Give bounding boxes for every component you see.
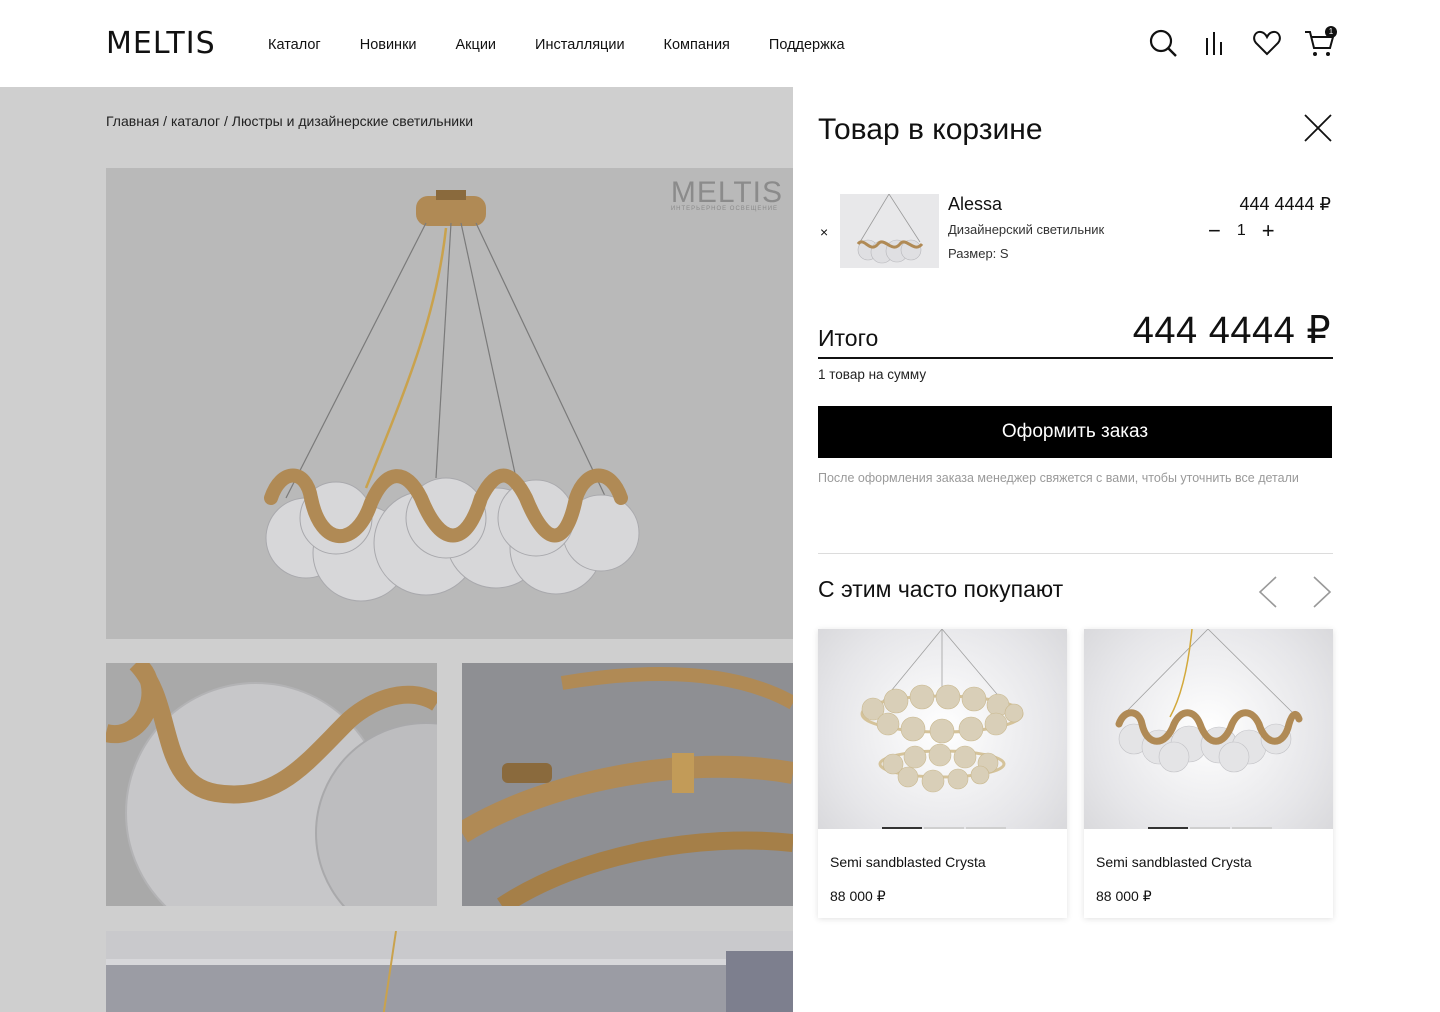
recommendation-card[interactable]: Semi sandblasted Crysta 88 000 ₽ [1084, 629, 1333, 918]
quantity-stepper: − 1 + [1208, 220, 1275, 242]
nav-item-company[interactable]: Компания [664, 37, 730, 53]
carousel-dot[interactable] [1148, 827, 1188, 829]
quantity-decrease-button[interactable]: − [1208, 220, 1221, 242]
cart-item: × Alessa Дизайнерский светильник Размер:… [818, 194, 1333, 270]
cart-item-size: Размер: S [948, 246, 1009, 261]
cart-icon[interactable]: 1 [1304, 26, 1337, 58]
cart-item-description: Дизайнерский светильник [948, 222, 1105, 237]
recommendation-card[interactable]: Semi sandblasted Crysta 88 000 ₽ [818, 629, 1067, 918]
carousel-dot[interactable] [924, 827, 964, 829]
cart-item-image[interactable] [840, 194, 939, 268]
thumb-interior-illustration [106, 931, 793, 1012]
total-label: Итого [818, 325, 879, 351]
watermark-subtitle: ИНТЕРЬЕРНОЕ ОСВЕЩЕНИЕ [670, 206, 779, 212]
carousel-dot[interactable] [882, 827, 922, 829]
checkout-button[interactable]: Оформить заказ [818, 406, 1332, 458]
watermark-logo: MELTIS ИНТЕРЬЕРНОЕ ОСВЕЩЕНИЕ [671, 176, 783, 212]
product-page-overlay[interactable]: Главная / каталог / Люстры и дизайнерски… [0, 87, 793, 1012]
carousel-dot[interactable] [966, 827, 1006, 829]
wave-chandelier [1115, 629, 1303, 773]
search-icon[interactable] [1148, 28, 1178, 58]
carousel-dots [1148, 827, 1272, 829]
nav-item-sales[interactable]: Акции [456, 37, 497, 53]
nav-item-catalog[interactable]: Каталог [268, 37, 321, 53]
cart-count-badge: 1 [1325, 26, 1337, 38]
recommendation-name[interactable]: Semi sandblasted Crysta [830, 854, 986, 870]
checkout-note: После оформления заказа менеджер свяжетс… [818, 471, 1299, 485]
main-nav: Каталог Новинки Акции Инсталляции Компан… [268, 37, 845, 53]
site-logo[interactable]: MELTIS [106, 26, 216, 61]
header-actions: 1 [1148, 26, 1337, 58]
nav-item-new[interactable]: Новинки [360, 37, 417, 53]
cart-item-chandelier [856, 194, 924, 264]
chevron-left-icon[interactable] [1256, 575, 1280, 609]
nav-item-support[interactable]: Поддержка [769, 37, 845, 53]
cart-drawer: Товар в корзине × Alessa Дизайнерский св… [793, 87, 1440, 1012]
recommendation-image[interactable] [818, 629, 1067, 829]
total-summary: 1 товар на сумму [818, 367, 927, 382]
thumb-detail-illustration [106, 663, 437, 906]
cart-item-name[interactable]: Alessa [948, 194, 1002, 215]
carousel-dots [882, 827, 1006, 829]
section-divider [818, 553, 1333, 554]
recommendations-title: С этим часто покупают [818, 576, 1064, 602]
product-thumb-2[interactable] [462, 663, 793, 906]
carousel-dot[interactable] [1232, 827, 1272, 829]
compare-icon[interactable] [1200, 28, 1230, 58]
cart-total-row: Итого 444 4444 ₽ [818, 310, 1333, 359]
recommendation-price: 88 000 ₽ [830, 888, 886, 904]
site-header: MELTIS Каталог Новинки Акции Инсталляции… [0, 0, 1440, 87]
two-tier-chandelier [860, 629, 1024, 793]
recommendation-image[interactable] [1084, 629, 1333, 829]
carousel-dot[interactable] [1190, 827, 1230, 829]
quantity-increase-button[interactable]: + [1262, 220, 1275, 242]
thumb-ring-illustration [462, 667, 793, 906]
chevron-right-icon[interactable] [1310, 575, 1334, 609]
recommendation-price: 88 000 ₽ [1096, 888, 1152, 904]
total-value: 444 4444 ₽ [1132, 310, 1331, 352]
nav-item-installations[interactable]: Инсталляции [535, 37, 625, 53]
cart-drawer-title: Товар в корзине [818, 113, 1043, 146]
chandelier-illustration [264, 190, 640, 602]
product-thumb-1[interactable] [106, 663, 437, 906]
product-main-image[interactable]: MELTIS ИНТЕРЬЕРНОЕ ОСВЕЩЕНИЕ [106, 168, 793, 639]
quantity-value: 1 [1236, 222, 1246, 239]
heart-icon[interactable] [1252, 28, 1282, 58]
product-thumb-3[interactable] [106, 931, 793, 1012]
recommendation-name[interactable]: Semi sandblasted Crysta [1096, 854, 1252, 870]
cart-item-price: 444 4444 ₽ [1239, 194, 1331, 214]
remove-item-button[interactable]: × [820, 224, 828, 240]
breadcrumb[interactable]: Главная / каталог / Люстры и дизайнерски… [106, 113, 473, 129]
watermark-text: MELTIS [670, 176, 783, 209]
close-icon[interactable] [1303, 113, 1333, 143]
